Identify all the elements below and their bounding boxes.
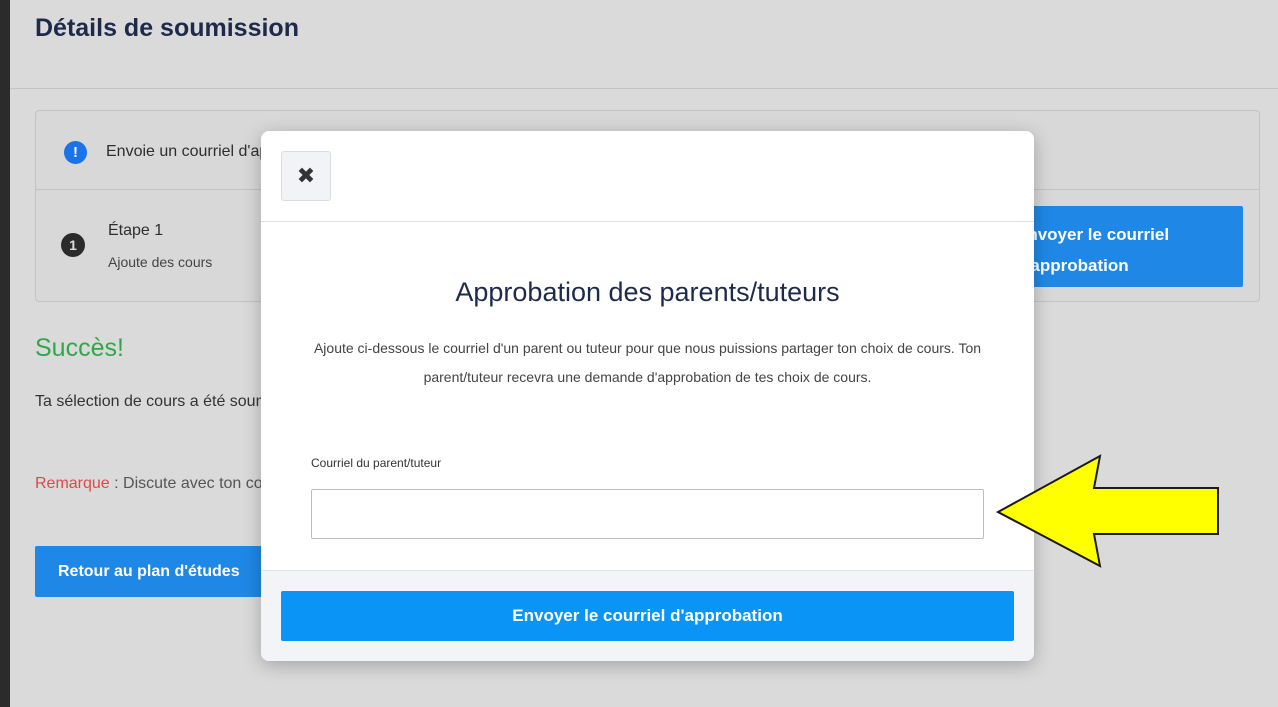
close-icon[interactable]: ✖: [281, 151, 331, 201]
step-title: Étape 1: [108, 222, 164, 239]
parent-email-input[interactable]: [311, 489, 984, 539]
parent-approval-modal: ✖ Approbation des parents/tuteurs Ajoute…: [261, 131, 1034, 661]
step-subtitle: Ajoute des cours: [108, 254, 213, 270]
modal-title: Approbation des parents/tuteurs: [455, 277, 840, 307]
send-approval-email-submit-button[interactable]: Envoyer le courriel d'approbation: [281, 591, 1014, 641]
exclamation-icon: !: [64, 141, 87, 164]
page-title: Détails de soumission: [35, 14, 299, 42]
modal-header: ✖: [261, 131, 1034, 222]
page-header: Détails de soumission: [10, 0, 1278, 89]
step-number-icon: 1: [61, 233, 85, 257]
annotation-arrow-icon: [996, 454, 1219, 568]
remark-label: Remarque: [35, 475, 110, 492]
modal-description: Ajoute ci-dessous le courriel d'un paren…: [313, 340, 982, 385]
email-field-label: Courriel du parent/tuteur: [311, 456, 442, 470]
modal-footer: Envoyer le courriel d'approbation: [261, 570, 1034, 661]
success-title: Succès!: [35, 334, 124, 362]
